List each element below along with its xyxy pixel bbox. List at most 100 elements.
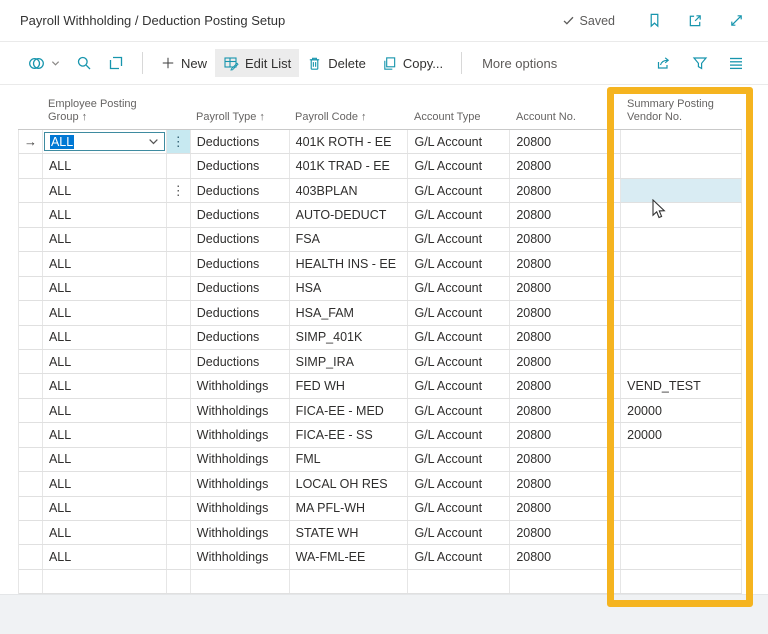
cell-account-no[interactable]: 20800: [510, 228, 621, 251]
cell-employee-posting-group[interactable]: ALL ALL: [43, 545, 167, 568]
table-row[interactable]: → ALL ALL ⋮ Withholdings FED WH G/L Acco…: [19, 374, 742, 398]
cell-account-type[interactable]: G/L Account: [408, 521, 510, 544]
cell-payroll-type[interactable]: Deductions: [191, 326, 290, 349]
cell-account-no[interactable]: 20800: [510, 423, 621, 446]
cell-summary-posting-vendor-no[interactable]: [621, 154, 742, 177]
table-row[interactable]: → ALL ALL ⋮ Deductions HEALTH INS - EE G…: [19, 252, 742, 276]
bookmark-button[interactable]: [645, 11, 664, 30]
cell-employee-posting-group[interactable]: ALL ALL: [43, 301, 167, 324]
column-header-account-type[interactable]: Account Type: [408, 88, 510, 129]
row-more-options-cell[interactable]: ⋮: [167, 326, 191, 349]
cell-payroll-code[interactable]: AUTO-DEDUCT: [290, 203, 409, 226]
cell-payroll-type[interactable]: Withholdings: [191, 423, 290, 446]
cell-employee-posting-group[interactable]: ALL ALL: [43, 326, 167, 349]
cell-account-type[interactable]: G/L Account: [408, 301, 510, 324]
table-row[interactable]: → ALL ALL ⋮ Withholdings FICA-EE - MED G…: [19, 399, 742, 423]
cell-account-type[interactable]: [408, 570, 510, 593]
analysis-mode-button[interactable]: [100, 49, 132, 77]
cell-account-type[interactable]: G/L Account: [408, 448, 510, 471]
cell-summary-posting-vendor-no[interactable]: [621, 497, 742, 520]
row-more-options-cell[interactable]: ⋮: [167, 301, 191, 324]
cell-payroll-code[interactable]: FICA-EE - SS: [290, 423, 409, 446]
table-row[interactable]: → ALL ALL ⋮ Deductions 401K ROTH - EE G/…: [19, 130, 742, 154]
list-view-button[interactable]: [726, 53, 746, 73]
cell-account-type[interactable]: G/L Account: [408, 130, 510, 153]
cell-payroll-code[interactable]: FSA: [290, 228, 409, 251]
cell-employee-posting-group[interactable]: ALL ALL: [43, 277, 167, 300]
cell-summary-posting-vendor-no[interactable]: [621, 326, 742, 349]
cell-account-type[interactable]: G/L Account: [408, 326, 510, 349]
expand-button[interactable]: [727, 11, 746, 30]
cell-payroll-type[interactable]: Withholdings: [191, 521, 290, 544]
cell-account-no[interactable]: [510, 570, 621, 593]
cell-summary-posting-vendor-no[interactable]: [621, 448, 742, 471]
row-more-options-cell[interactable]: ⋮: [167, 521, 191, 544]
cell-account-no[interactable]: 20800: [510, 374, 621, 397]
cell-account-type[interactable]: G/L Account: [408, 374, 510, 397]
cell-payroll-type[interactable]: Deductions: [191, 277, 290, 300]
cell-payroll-type[interactable]: Deductions: [191, 228, 290, 251]
table-row[interactable]: → ALL ALL ⋮ Deductions AUTO-DEDUCT G/L A…: [19, 203, 742, 227]
cell-account-no[interactable]: 20800: [510, 301, 621, 324]
edit-list-button[interactable]: Edit List: [215, 49, 299, 77]
cell-account-no[interactable]: 20800: [510, 252, 621, 275]
cell-employee-posting-group[interactable]: ALL ALL: [43, 448, 167, 471]
cell-account-no[interactable]: 20800: [510, 448, 621, 471]
cell-employee-posting-group[interactable]: ALL ALL: [43, 472, 167, 495]
cell-payroll-type[interactable]: Deductions: [191, 154, 290, 177]
cell-account-type[interactable]: G/L Account: [408, 399, 510, 422]
cell-employee-posting-group[interactable]: ALL ALL: [43, 179, 167, 202]
cell-account-no[interactable]: 20800: [510, 472, 621, 495]
cell-summary-posting-vendor-no[interactable]: [621, 130, 742, 153]
filter-button[interactable]: [690, 53, 710, 73]
table-row[interactable]: → ALL ALL ⋮ Deductions HSA G/L Account 2…: [19, 277, 742, 301]
cell-summary-posting-vendor-no[interactable]: [621, 472, 742, 495]
cell-account-no[interactable]: 20800: [510, 350, 621, 373]
column-header-payroll-type[interactable]: Payroll Type ↑: [190, 88, 289, 129]
row-more-options-cell[interactable]: ⋮: [167, 252, 191, 275]
row-more-options-cell[interactable]: ⋮: [167, 203, 191, 226]
table-row[interactable]: → ALL ALL ⋮ Withholdings FICA-EE - SS G/…: [19, 423, 742, 447]
cell-account-no[interactable]: 20800: [510, 326, 621, 349]
row-more-options-cell[interactable]: ⋮: [167, 399, 191, 422]
cell-payroll-code[interactable]: HSA_FAM: [290, 301, 409, 324]
cell-account-no[interactable]: 20800: [510, 277, 621, 300]
cell-employee-posting-group[interactable]: ALL ALL: [43, 203, 167, 226]
cell-summary-posting-vendor-no[interactable]: [621, 252, 742, 275]
cell-account-no[interactable]: 20800: [510, 203, 621, 226]
cell-employee-posting-group[interactable]: ALL ALL: [43, 374, 167, 397]
cell-payroll-type[interactable]: Deductions: [191, 203, 290, 226]
cell-payroll-code[interactable]: 401K ROTH - EE: [290, 130, 409, 153]
cell-account-type[interactable]: G/L Account: [408, 203, 510, 226]
delete-button[interactable]: Delete: [299, 50, 374, 77]
cell-payroll-type[interactable]: [191, 570, 290, 593]
table-row[interactable]: → ALL ALL ⋮ Deductions SIMP_IRA G/L Acco…: [19, 350, 742, 374]
cell-account-no[interactable]: 20800: [510, 521, 621, 544]
row-more-options-cell[interactable]: ⋮: [167, 497, 191, 520]
cell-summary-posting-vendor-no[interactable]: [621, 277, 742, 300]
cell-payroll-code[interactable]: HSA: [290, 277, 409, 300]
cell-payroll-type[interactable]: Deductions: [191, 252, 290, 275]
cell-payroll-code[interactable]: [290, 570, 409, 593]
cell-summary-posting-vendor-no[interactable]: 20000: [621, 423, 742, 446]
cell-payroll-code[interactable]: WA-FML-EE: [290, 545, 409, 568]
cell-account-type[interactable]: G/L Account: [408, 252, 510, 275]
row-more-options-cell[interactable]: ⋮: [167, 154, 191, 177]
cell-payroll-code[interactable]: 401K TRAD - EE: [290, 154, 409, 177]
new-button[interactable]: New: [153, 50, 215, 77]
cell-payroll-type[interactable]: Deductions: [191, 179, 290, 202]
cell-summary-posting-vendor-no[interactable]: [621, 570, 742, 593]
cell-payroll-code[interactable]: MA PFL-WH: [290, 497, 409, 520]
cell-payroll-code[interactable]: FML: [290, 448, 409, 471]
cell-employee-posting-group[interactable]: ALL ALL: [43, 228, 167, 251]
table-row[interactable]: → ⋮: [19, 570, 742, 594]
cell-summary-posting-vendor-no[interactable]: [621, 203, 742, 226]
share-button[interactable]: [654, 53, 674, 73]
cell-payroll-type[interactable]: Withholdings: [191, 545, 290, 568]
table-row[interactable]: → ALL ALL ⋮ Deductions HSA_FAM G/L Accou…: [19, 301, 742, 325]
open-in-new-window-button[interactable]: [686, 11, 705, 30]
cell-payroll-code[interactable]: FED WH: [290, 374, 409, 397]
cell-payroll-type[interactable]: Withholdings: [191, 399, 290, 422]
cell-employee-posting-group[interactable]: ALL ALL: [43, 154, 167, 177]
cell-payroll-code[interactable]: 403BPLAN: [290, 179, 409, 202]
